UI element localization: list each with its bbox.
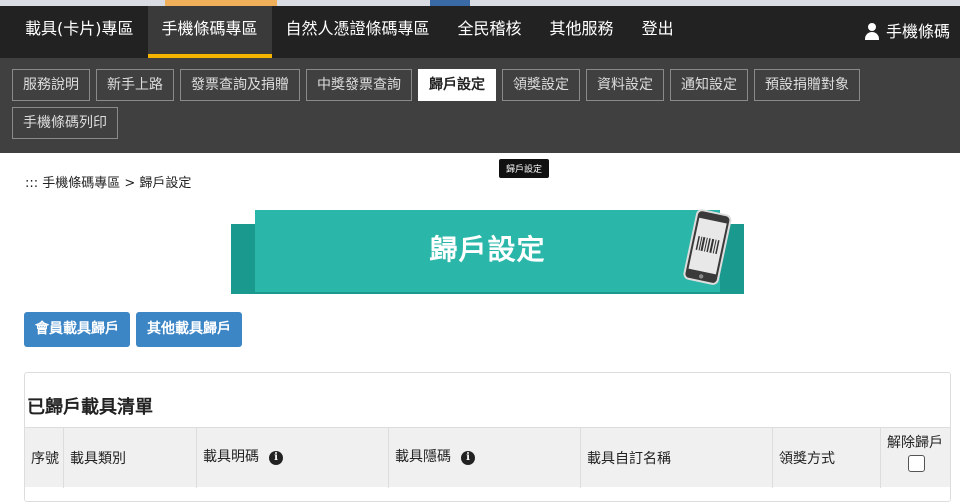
column-header-carrier-type: 載具類別 [63, 428, 196, 488]
user-label: 手機條碼 [885, 22, 950, 41]
unlink-all-checkbox[interactable] [908, 455, 925, 472]
table-header: 序號 載具類別 載具明碼 i 載具隱碼 i 載具自訂名稱 領獎方式 解除歸戶 [25, 427, 950, 488]
column-header-carrier-plain-code: 載具明碼 i [196, 428, 388, 488]
info-icon[interactable]: i [269, 451, 283, 465]
nav-item-mobile-barcode[interactable]: 手機條碼專區 [147, 6, 272, 58]
sub-nav: 服務說明 新手上路 發票查詢及捐贈 中獎發票查詢 歸戶設定 領獎設定 資料設定 … [0, 58, 960, 178]
carrier-tabs: 會員載具歸戶 其他載具歸戶 [24, 312, 242, 347]
nav-item-other-services[interactable]: 其他服務 [536, 6, 628, 58]
nav-item-citizen-certificate[interactable]: 自然人憑證條碼專區 [272, 6, 444, 58]
nav-item-audit[interactable]: 全民稽核 [444, 6, 536, 58]
subnav-barcode-print[interactable]: 手機條碼列印 [12, 107, 118, 139]
column-header-carrier-hidden-code: 載具隱碼 i [388, 428, 580, 488]
subnav-invoice-query[interactable]: 發票查詢及捐贈 [180, 69, 300, 101]
other-carrier-button[interactable]: 其他載具歸戶 [136, 312, 242, 347]
subnav-getting-started[interactable]: 新手上路 [96, 69, 174, 101]
subnav-prize-settings[interactable]: 領獎設定 [502, 69, 580, 101]
breadcrumb: ::: 手機條碼專區 > 歸戶設定 [25, 176, 192, 191]
subnav-service-info[interactable]: 服務說明 [12, 69, 90, 101]
panel-title: 已歸戶載具清單 [27, 397, 153, 418]
banner-title: 歸戶設定 [429, 233, 546, 266]
subnav-data-settings[interactable]: 資料設定 [586, 69, 664, 101]
main-nav: 載具(卡片)專區 手機條碼專區 自然人憑證條碼專區 全民稽核 其他服務 登出 手… [0, 6, 960, 58]
info-icon[interactable]: i [461, 451, 475, 465]
user-icon [864, 23, 880, 41]
subnav-notification-settings[interactable]: 通知設定 [670, 69, 748, 101]
subnav-winning-query[interactable]: 中獎發票查詢 [306, 69, 412, 101]
nav-item-logout[interactable]: 登出 [628, 6, 688, 58]
tooltip: 歸戶設定 [499, 159, 550, 178]
page-banner: 歸戶設定 [231, 208, 744, 296]
member-carrier-button[interactable]: 會員載具歸戶 [24, 312, 130, 347]
nav-item-carrier-card[interactable]: 載具(卡片)專區 [11, 6, 148, 58]
subnav-account-linking[interactable]: 歸戶設定 [418, 69, 496, 101]
column-header-custom-name: 載具自訂名稱 [580, 428, 772, 488]
phone-barcode-icon [683, 209, 732, 285]
subnav-default-donation[interactable]: 預設捐贈對象 [754, 69, 860, 101]
column-header-prize-method: 領獎方式 [772, 428, 880, 488]
column-header-index: 序號 [31, 451, 59, 467]
user-menu[interactable]: 手機條碼 [864, 6, 950, 58]
